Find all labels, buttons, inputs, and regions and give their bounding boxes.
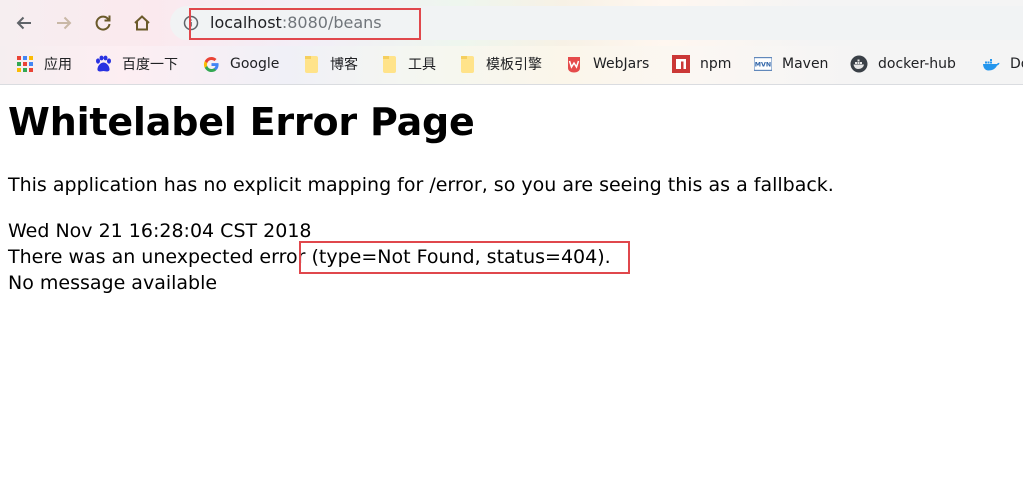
bookmark-label: 百度一下 <box>122 57 178 73</box>
bookmark-label: Maven <box>782 56 829 72</box>
page-title: Whitelabel Error Page <box>8 100 475 144</box>
maven-icon: MVN <box>754 55 772 73</box>
bookmark-label: WebJars <box>593 56 650 72</box>
bookmark-npm[interactable]: npm <box>672 54 731 74</box>
bookmark-label: 应用 <box>44 57 72 73</box>
bookmark-docker[interactable]: Do <box>982 54 1023 74</box>
forward-button[interactable] <box>50 9 78 37</box>
arrow-right-icon <box>57 16 72 30</box>
npm-icon <box>672 55 690 73</box>
bookmark-google[interactable]: Google <box>202 54 279 74</box>
folder-icon <box>380 55 398 73</box>
bookmark-folder-tools[interactable]: 工具 <box>380 54 436 74</box>
error-timestamp: Wed Nov 21 16:28:04 CST 2018 <box>8 220 312 242</box>
docker-hub-icon <box>850 55 868 73</box>
bookmark-baidu[interactable]: 百度一下 <box>94 54 178 74</box>
bookmark-folder-template-engines[interactable]: 模板引擎 <box>458 54 542 74</box>
bookmark-label: npm <box>700 56 732 72</box>
bookmark-label: Do <box>1010 56 1023 72</box>
bookmark-label: 工具 <box>408 57 436 73</box>
error-message: No message available <box>8 272 218 294</box>
bookmark-webjars[interactable]: WebJars <box>565 54 649 74</box>
apps-grid-icon <box>16 55 34 73</box>
bookmark-label: Google <box>230 56 280 72</box>
home-icon <box>134 15 150 31</box>
bookmark-label: 模板引擎 <box>486 57 542 73</box>
url-highlight-box <box>189 8 421 40</box>
browser-toolbar: localhost:8080/beans <box>0 0 1023 46</box>
google-g-icon <box>202 55 220 73</box>
home-button[interactable] <box>128 9 156 37</box>
error-prefix: There was an unexpected error <box>8 246 312 268</box>
bookmarks-bar: 应用 百度一下 Google 博客 工具 模板引擎 WebJars npm MV… <box>0 46 1023 85</box>
back-button[interactable] <box>10 9 38 37</box>
folder-icon <box>302 55 320 73</box>
status-highlight-box <box>299 241 630 274</box>
arrow-left-icon <box>16 16 31 30</box>
bookmark-maven[interactable]: MVN Maven <box>754 54 828 74</box>
bookmark-label: 博客 <box>330 57 358 73</box>
bookmark-folder-blog[interactable]: 博客 <box>302 54 358 74</box>
webjars-icon <box>565 55 583 73</box>
svg-text:MVN: MVN <box>755 62 771 69</box>
bookmark-docker-hub[interactable]: docker-hub <box>850 54 956 74</box>
reload-icon <box>95 15 111 31</box>
reload-button[interactable] <box>89 9 117 37</box>
error-description: This application has no explicit mapping… <box>8 174 834 196</box>
docker-whale-icon <box>982 55 1000 73</box>
bookmark-apps[interactable]: 应用 <box>16 54 72 74</box>
baidu-paw-icon <box>94 55 112 73</box>
folder-icon <box>458 55 476 73</box>
bookmark-label: docker-hub <box>878 56 956 72</box>
